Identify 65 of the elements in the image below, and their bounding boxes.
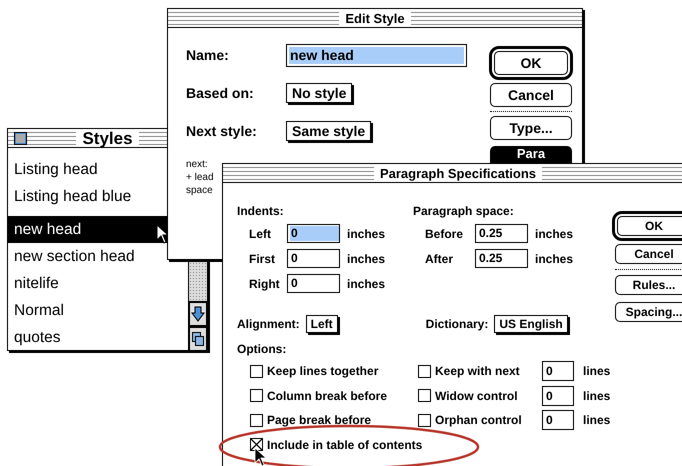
section-label: Options:	[237, 341, 286, 358]
resize-icon[interactable]	[189, 326, 207, 351]
unit-label: inches	[347, 276, 386, 290]
close-icon[interactable]	[14, 132, 27, 145]
description-text: space	[186, 184, 213, 197]
field-label: Dictionary:	[426, 317, 488, 331]
field-label: Name:	[186, 47, 230, 63]
checkbox-label: Widow control	[435, 388, 519, 403]
checkbox[interactable]	[250, 364, 263, 378]
unit-label: inches	[347, 252, 386, 266]
field-label: Alignment:	[237, 317, 300, 331]
checkbox-label: Column break before	[267, 388, 388, 403]
style-popup-menu[interactable]: Same style	[286, 121, 372, 141]
window-title: Styles	[76, 130, 139, 146]
unit-label: inches	[535, 252, 574, 266]
dialog-button[interactable]: Type...	[490, 116, 572, 140]
window-title: Edit Style	[339, 10, 411, 26]
style-list-item[interactable]: nitelife	[8, 270, 188, 297]
number-input-field[interactable]: 0	[542, 361, 574, 382]
description-text: + lead	[186, 171, 214, 184]
style-popup-menu[interactable]: No style	[286, 83, 352, 103]
field-label: Before	[425, 226, 464, 240]
checkbox[interactable]	[418, 414, 431, 427]
dialog-button[interactable]: Cancel	[615, 244, 682, 264]
unit-label: lines	[583, 413, 610, 428]
field-label: After	[425, 252, 454, 266]
unit-label: inches	[535, 226, 574, 240]
section-label: Indents:	[237, 203, 284, 220]
window-title: Paragraph Specifications	[374, 164, 542, 182]
number-input-field[interactable]: 0	[287, 249, 340, 268]
number-input-field[interactable]: 0.25	[475, 249, 528, 268]
field-label: Next style:	[186, 123, 258, 139]
alignment-popup-menu[interactable]: Left	[306, 315, 338, 333]
dialog-button[interactable]: Spacing...	[615, 302, 682, 322]
unit-label: lines	[583, 364, 610, 378]
checkbox[interactable]	[250, 438, 263, 452]
checkbox-label: Include in table of contents	[267, 438, 422, 452]
unit-label: lines	[583, 388, 610, 403]
number-input-field[interactable]: 0	[542, 386, 574, 406]
checkbox-label: Page break before	[267, 413, 372, 428]
name-input-field[interactable]: new head	[286, 44, 467, 66]
field-label: Right	[249, 276, 281, 290]
style-list-item[interactable]: Normal	[8, 297, 188, 324]
checkbox[interactable]	[250, 389, 263, 402]
unit-label: inches	[347, 226, 386, 240]
field-label: First	[249, 252, 276, 266]
checkbox[interactable]	[418, 364, 431, 378]
checkbox-label: Keep lines together	[267, 364, 378, 378]
dictionary-popup-menu[interactable]: US English	[494, 315, 568, 333]
description-text: next:	[186, 158, 208, 171]
field-label: Based on:	[186, 85, 255, 101]
down-arrow-icon[interactable]	[189, 301, 207, 326]
style-list-item[interactable]: quotes	[8, 324, 188, 351]
dialog-button[interactable]: Rules...	[615, 275, 682, 295]
checkbox-label: Keep with next	[435, 364, 521, 378]
section-label: Paragraph space:	[413, 203, 514, 220]
dialog-button[interactable]: Cancel	[490, 83, 572, 107]
checkbox-label: Orphan control	[435, 413, 523, 428]
number-input-field[interactable]: 0.25	[475, 224, 528, 243]
number-input-field[interactable]: 0	[287, 224, 340, 243]
checkbox[interactable]	[418, 389, 431, 402]
checkbox[interactable]	[250, 414, 263, 427]
number-input-field[interactable]: 0	[542, 410, 574, 430]
field-label: Left	[249, 226, 272, 240]
number-input-field[interactable]: 0	[287, 274, 340, 293]
